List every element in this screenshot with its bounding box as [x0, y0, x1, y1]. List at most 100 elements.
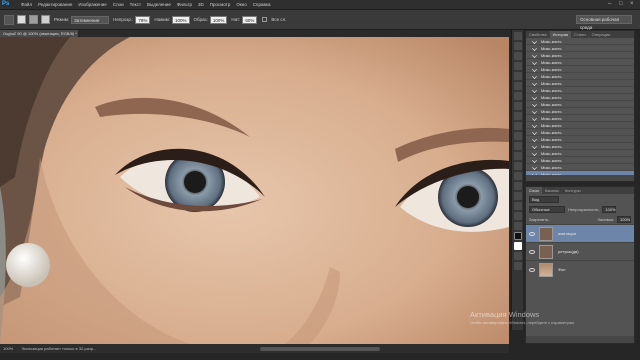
history-state[interactable]: Микс-кисть: [526, 122, 634, 129]
tab-history-panel[interactable]: Операции: [589, 31, 614, 38]
flow-field[interactable]: 100%: [171, 15, 190, 24]
clone-stamp-tool-icon[interactable]: [513, 112, 522, 120]
mode-select[interactable]: Затемнение: [71, 15, 110, 24]
maximize-icon[interactable]: □: [619, 1, 625, 7]
angle-field[interactable]: 60%: [242, 15, 258, 24]
menu-item[interactable]: Просмотр: [207, 2, 234, 7]
history-state-label: Микс-кисть: [541, 136, 562, 142]
history-state[interactable]: Микс-кисть: [526, 66, 634, 73]
hand-tool-icon[interactable]: [513, 212, 522, 220]
blend-mode-select[interactable]: Обычные: [529, 205, 565, 213]
all-layers-label: Все сл.: [271, 17, 287, 22]
document-tab[interactable]: Оцфо2 90 @ 100% (имитация, RGB/8) *: [0, 30, 78, 37]
quick-mask-icon[interactable]: [513, 252, 522, 260]
lasso-tool-icon[interactable]: [513, 52, 522, 60]
status-bar: 100% Экспозиция работает только в 32-раз…: [0, 344, 509, 353]
zoom-level[interactable]: 100%: [3, 344, 13, 353]
brush-state-icon: [532, 59, 537, 65]
layer-name: имитация: [558, 231, 576, 236]
workspace-select[interactable]: Основная рабочая среда: [576, 15, 632, 30]
history-state[interactable]: Микс-кисть: [526, 164, 634, 171]
horizontal-scrollbar[interactable]: [260, 347, 380, 351]
history-state[interactable]: Микс-кисть: [526, 136, 634, 143]
layer-fill-field[interactable]: 100%: [617, 215, 631, 223]
menu-item[interactable]: Фильтр: [174, 2, 195, 7]
layer-thumbnail: [539, 226, 553, 241]
visibility-eye-icon[interactable]: [529, 267, 535, 272]
smooth-field[interactable]: 100%: [209, 15, 228, 24]
opacity-field[interactable]: 79%: [135, 15, 151, 24]
all-layers-checkbox[interactable]: [262, 17, 268, 22]
brush-picker[interactable]: [29, 15, 38, 24]
tab-history-panel[interactable]: Свойства: [526, 31, 550, 38]
history-state[interactable]: Микс-кисть: [526, 101, 634, 108]
menu-item[interactable]: Справка: [250, 2, 274, 7]
history-state[interactable]: Микс-кисть: [526, 157, 634, 164]
close-icon[interactable]: ×: [630, 1, 636, 7]
minimize-icon[interactable]: –: [608, 1, 614, 7]
gradient-tool-icon[interactable]: [513, 142, 522, 150]
layer-row[interactable]: имитация: [526, 224, 634, 242]
history-state[interactable]: Микс-кисть: [526, 45, 634, 52]
history-state[interactable]: Микс-кисть: [526, 115, 634, 122]
pen-tool-icon[interactable]: [513, 172, 522, 180]
menu-item[interactable]: Изображение: [75, 2, 109, 7]
history-brush-tool-icon[interactable]: [513, 122, 522, 130]
brush-swatch[interactable]: [17, 15, 26, 24]
healing-tool-icon[interactable]: [513, 92, 522, 100]
history-state[interactable]: Микс-кисть: [526, 80, 634, 87]
zoom-tool-icon[interactable]: [513, 222, 522, 230]
history-state[interactable]: Микс-кисть: [526, 87, 634, 94]
history-state-label: Микс-кисть: [541, 45, 562, 51]
menu-item[interactable]: Окно: [233, 2, 249, 7]
brush-state-icon: [532, 66, 537, 72]
quick-select-tool-icon[interactable]: [513, 62, 522, 70]
background-color-swatch[interactable]: [513, 242, 522, 250]
menu-item[interactable]: Редактирование: [35, 2, 75, 7]
history-state-label: Микс-кисть: [541, 164, 562, 170]
tab-layers-panel[interactable]: Слои: [526, 187, 542, 194]
menu-item[interactable]: Слои: [110, 2, 127, 7]
layer-row[interactable]: Фон: [526, 260, 634, 278]
path-select-tool-icon[interactable]: [513, 192, 522, 200]
tab-history-panel[interactable]: Стили: [571, 31, 589, 38]
menu-item[interactable]: Файл: [18, 2, 35, 7]
layer-kind-filter[interactable]: Вид: [529, 195, 559, 203]
type-tool-icon[interactable]: [513, 182, 522, 190]
layer-row[interactable]: ретушь(дв): [526, 242, 634, 260]
history-state[interactable]: Микс-кисть: [526, 143, 634, 150]
move-tool-icon[interactable]: [513, 32, 522, 40]
history-state[interactable]: Микс-кисть: [526, 94, 634, 101]
eyedropper-tool-icon[interactable]: [513, 82, 522, 90]
visibility-eye-icon[interactable]: [529, 249, 535, 254]
layer-opacity-field[interactable]: 100%: [602, 205, 617, 213]
menu-item[interactable]: Выделение: [144, 2, 174, 7]
tab-history-panel[interactable]: История: [549, 31, 572, 38]
tab-layers-panel[interactable]: Каналы: [542, 187, 562, 194]
history-state[interactable]: Микс-кисть: [526, 129, 634, 136]
history-state[interactable]: Микс-кисть: [526, 59, 634, 66]
history-state[interactable]: Микс-кисть: [526, 150, 634, 157]
dodge-tool-icon[interactable]: [513, 162, 522, 170]
screen-mode-icon[interactable]: [513, 262, 522, 270]
history-state[interactable]: Микс-кисть: [526, 52, 634, 59]
marquee-tool-icon[interactable]: [513, 42, 522, 50]
menu-item[interactable]: 3D: [195, 2, 207, 7]
tab-layers-panel[interactable]: Контуры: [562, 187, 584, 194]
crop-tool-icon[interactable]: [513, 72, 522, 80]
eraser-tool-icon[interactable]: [513, 132, 522, 140]
history-state[interactable]: Микс-кисть: [526, 73, 634, 80]
layers-panel-footer: [526, 336, 634, 343]
menu-item[interactable]: Текст: [127, 2, 144, 7]
brush-tool-icon[interactable]: [513, 102, 522, 110]
shape-tool-icon[interactable]: [513, 202, 522, 210]
visibility-eye-icon[interactable]: [529, 231, 535, 236]
history-state-label: Микс-кисть: [541, 38, 562, 44]
document-canvas[interactable]: [0, 37, 509, 344]
foreground-color-swatch[interactable]: [513, 232, 522, 240]
blur-tool-icon[interactable]: [513, 152, 522, 160]
sample-swatch[interactable]: [41, 15, 50, 24]
history-state[interactable]: Микс-кисть: [526, 38, 634, 45]
history-state[interactable]: Микс-кисть: [526, 108, 634, 115]
tool-preset-picker[interactable]: [4, 14, 14, 25]
